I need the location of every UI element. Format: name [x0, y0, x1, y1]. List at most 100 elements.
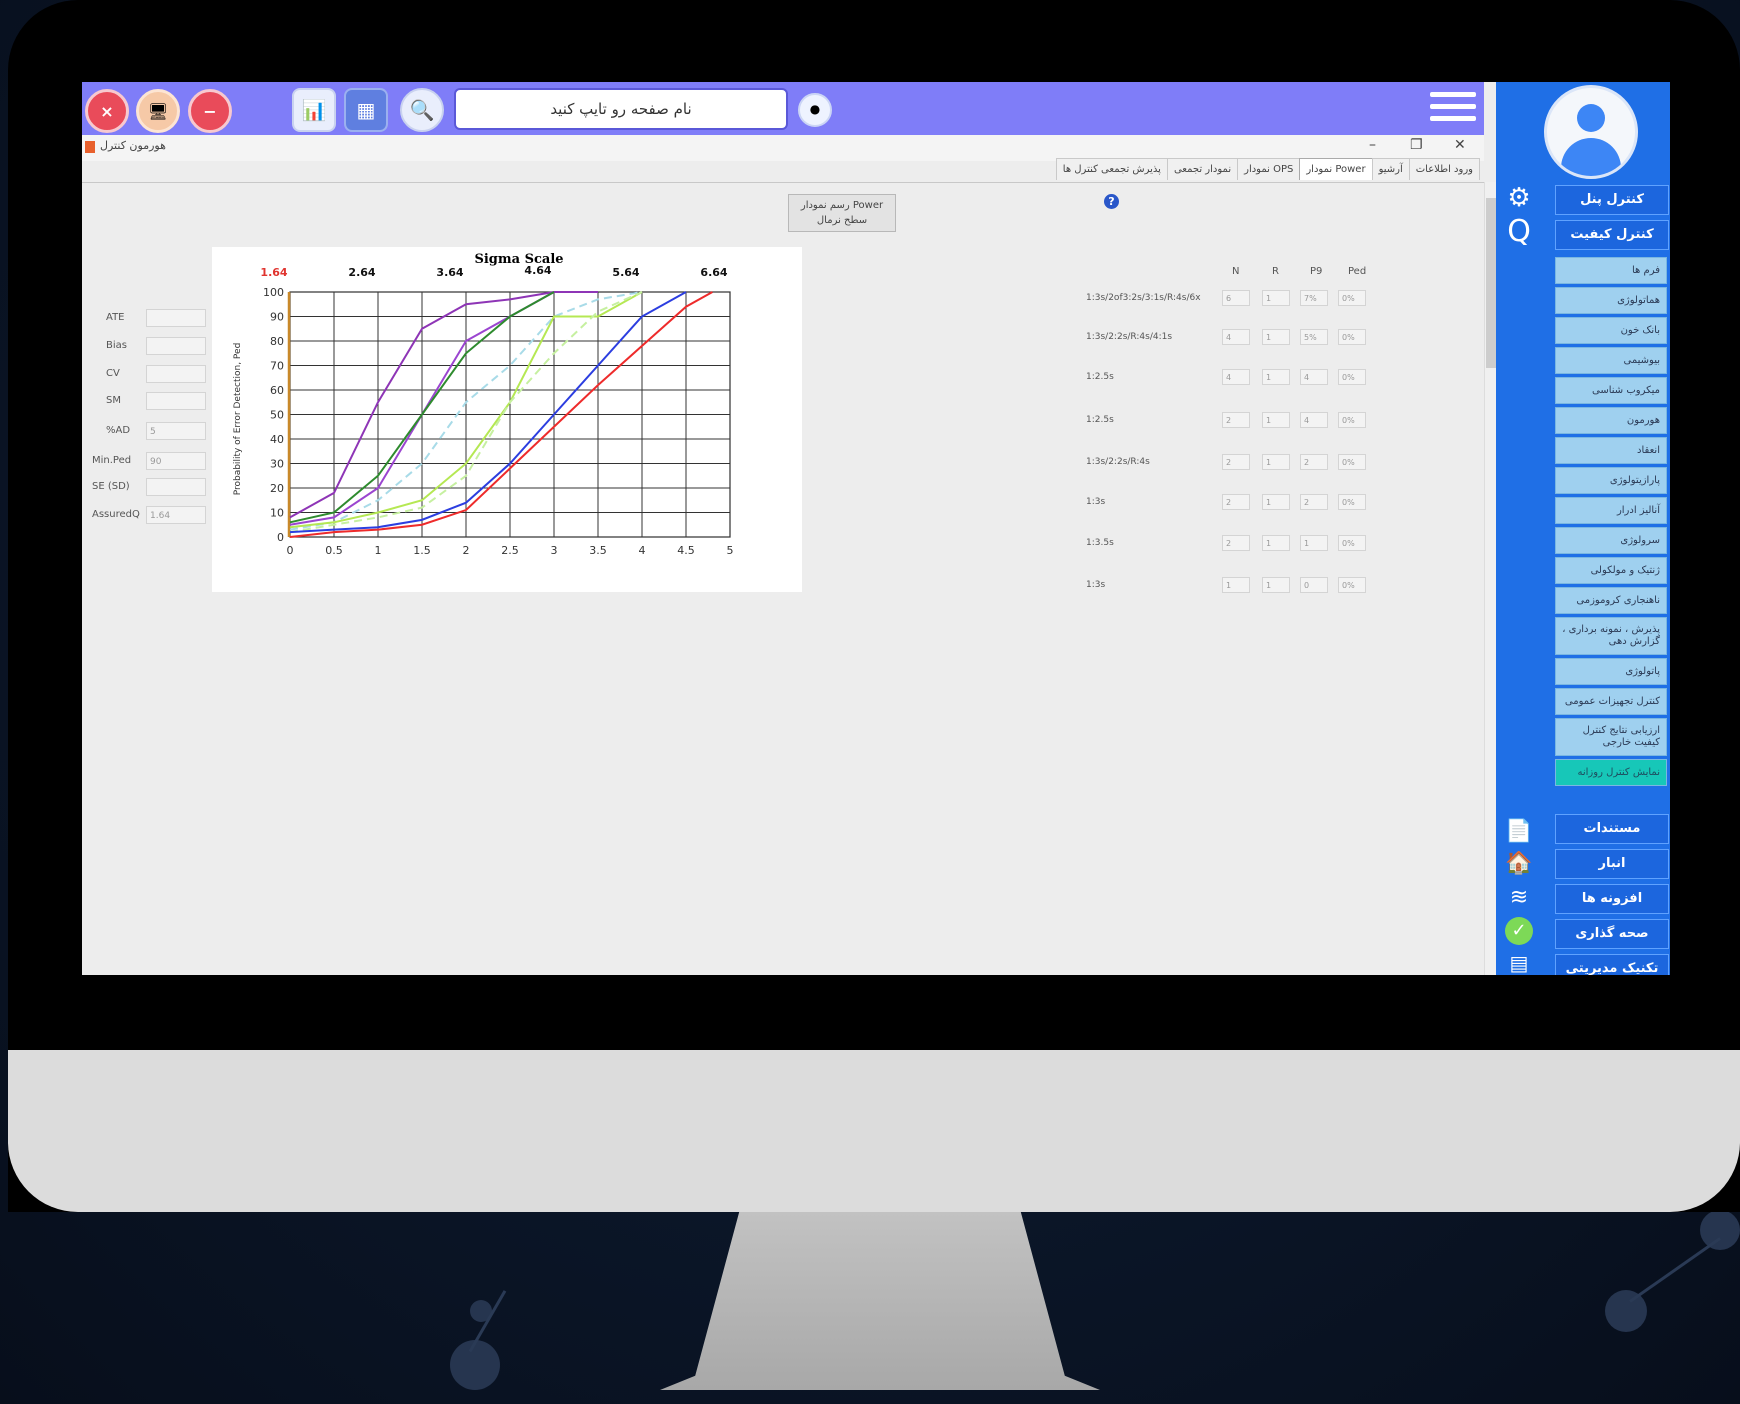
- table-cell[interactable]: 1: [1262, 329, 1290, 345]
- field-input[interactable]: [146, 478, 206, 496]
- table-cell[interactable]: 1: [1262, 577, 1290, 593]
- table-cell[interactable]: 0%: [1338, 494, 1366, 510]
- close-app-button[interactable]: ×: [85, 89, 129, 133]
- sidebar-main-item[interactable]: کنترل پنل: [1555, 185, 1669, 215]
- table-cell[interactable]: 0: [1300, 577, 1328, 593]
- sidebar-sub-item[interactable]: آنالیز ادرار: [1555, 497, 1667, 524]
- sidebar-main-item[interactable]: انبار: [1555, 849, 1669, 879]
- table-cell[interactable]: 0%: [1338, 535, 1366, 551]
- help-icon[interactable]: ?: [1104, 194, 1119, 209]
- table-cell[interactable]: 2: [1222, 494, 1250, 510]
- sidebar-main-item[interactable]: صحه گذاری: [1555, 919, 1669, 949]
- window-layout-button[interactable]: ▦: [344, 88, 388, 132]
- table-cell[interactable]: 2: [1222, 535, 1250, 551]
- quality-q-icon[interactable]: Q: [1504, 214, 1534, 249]
- page-name-input[interactable]: نام صفحه رو تایپ کنید: [454, 88, 788, 130]
- table-cell[interactable]: 1: [1262, 369, 1290, 385]
- table-cell[interactable]: 4: [1222, 369, 1250, 385]
- table-cell[interactable]: 1: [1262, 412, 1290, 428]
- document-icon[interactable]: 📄: [1504, 816, 1534, 846]
- sidebar-sub-item[interactable]: پذیرش ، نمونه برداری ، گزارش دهی: [1555, 617, 1667, 655]
- table-cell[interactable]: 0%: [1338, 329, 1366, 345]
- sidebar-main-item[interactable]: تکنیک مدیریتی: [1555, 954, 1669, 975]
- sidebar-main-item[interactable]: مستندات: [1555, 814, 1669, 844]
- restore-window-button[interactable]: ❐: [1410, 137, 1423, 153]
- sidebar-sub-item[interactable]: نمایش کنترل روزانه: [1555, 759, 1667, 786]
- table-cell[interactable]: 5%: [1300, 329, 1328, 345]
- sigma-tick-label: 2.64: [348, 266, 375, 279]
- table-cell[interactable]: 2: [1222, 412, 1250, 428]
- table-cell[interactable]: 1: [1262, 494, 1290, 510]
- chart-grid: [287, 291, 731, 538]
- scrollbar-thumb[interactable]: [1486, 198, 1496, 368]
- sidebar-sub-item[interactable]: انعقاد: [1555, 437, 1667, 464]
- table-cell[interactable]: 6: [1222, 290, 1250, 306]
- user-avatar[interactable]: [1544, 85, 1638, 179]
- sidebar-sub-item[interactable]: سرولوژی: [1555, 527, 1667, 554]
- sidebar-sub-item[interactable]: هماتولوژی: [1555, 287, 1667, 314]
- warehouse-icon[interactable]: 🏠: [1504, 848, 1534, 878]
- sidebar-sub-item[interactable]: پارازیتولوژی: [1555, 467, 1667, 494]
- field-label: AssuredQ: [92, 509, 140, 520]
- table-cell[interactable]: 1: [1222, 577, 1250, 593]
- table-cell[interactable]: 2: [1300, 494, 1328, 510]
- table-cell[interactable]: 1: [1262, 290, 1290, 306]
- sidebar-sub-item[interactable]: فرم ها: [1555, 257, 1667, 284]
- table-cell[interactable]: 4: [1222, 329, 1250, 345]
- sidebar-sub-item[interactable]: میکروب شناسی: [1555, 377, 1667, 404]
- table-cell[interactable]: 4: [1300, 412, 1328, 428]
- monitor-settings-button[interactable]: 🖥: [136, 89, 180, 133]
- table-cell[interactable]: 2: [1222, 454, 1250, 470]
- management-icon[interactable]: ▤: [1504, 948, 1534, 975]
- draw-power-chart-button[interactable]: رسم نمودار Power سطح نرمال: [788, 194, 896, 232]
- field-input[interactable]: 1.64: [146, 506, 206, 524]
- go-button[interactable]: ●: [798, 93, 832, 127]
- table-cell[interactable]: 7%: [1300, 290, 1328, 306]
- table-cell[interactable]: 0%: [1338, 369, 1366, 385]
- sidebar-sub-item[interactable]: کنترل تجهیزات عمومی: [1555, 688, 1667, 715]
- draw-button-line1: رسم نمودار Power: [800, 200, 884, 211]
- tab-item[interactable]: نمودار Power: [1299, 158, 1373, 180]
- sidebar-sub-item[interactable]: پاتولوژی: [1555, 658, 1667, 685]
- tab-item[interactable]: نمودار تجمعی: [1166, 158, 1239, 180]
- x-tick-label: 0.5: [325, 544, 343, 557]
- table-header: P9: [1310, 266, 1323, 277]
- tab-item[interactable]: پذیرش تجمعی کنترل ها: [1055, 158, 1168, 180]
- field-input[interactable]: 5: [146, 422, 206, 440]
- sidebar-sub-item[interactable]: بیوشیمی: [1555, 347, 1667, 374]
- tab-item[interactable]: آرشیو: [1371, 158, 1410, 180]
- table-cell[interactable]: 1: [1262, 535, 1290, 551]
- gear-icon[interactable]: ⚙: [1504, 183, 1534, 213]
- tab-item[interactable]: نمودار OPS: [1237, 158, 1301, 180]
- chart-tool-button[interactable]: 📊: [292, 88, 336, 132]
- field-input[interactable]: [146, 337, 206, 355]
- sidebar-sub-item[interactable]: هورمون: [1555, 407, 1667, 434]
- table-cell[interactable]: 0%: [1338, 454, 1366, 470]
- sidebar-sub-item[interactable]: بانک خون: [1555, 317, 1667, 344]
- table-cell[interactable]: 2: [1300, 454, 1328, 470]
- close-window-button[interactable]: ✕: [1454, 137, 1466, 153]
- sidebar-sub-item[interactable]: ژنتیک و مولکولی: [1555, 557, 1667, 584]
- field-input[interactable]: 90: [146, 452, 206, 470]
- sidebar-sub-item[interactable]: ارزیابی نتایج کنترل کیفیت خارجی: [1555, 718, 1667, 756]
- sidebar-main-item[interactable]: افزونه ها: [1555, 884, 1669, 914]
- minimize-app-button[interactable]: −: [188, 89, 232, 133]
- sidebar-main-item[interactable]: کنترل کیفیت: [1555, 220, 1669, 250]
- search-tool-button[interactable]: 🔍: [400, 88, 444, 132]
- table-cell[interactable]: 1: [1300, 535, 1328, 551]
- field-input[interactable]: [146, 392, 206, 410]
- table-cell[interactable]: 0%: [1338, 290, 1366, 306]
- table-cell[interactable]: 4: [1300, 369, 1328, 385]
- field-input[interactable]: [146, 309, 206, 327]
- sigma-tick-label: 3.64: [436, 266, 463, 279]
- sidebar-sub-item[interactable]: ناهنجاری کروموزمی: [1555, 587, 1667, 614]
- table-cell[interactable]: 0%: [1338, 412, 1366, 428]
- hamburger-menu-icon[interactable]: [1430, 92, 1476, 126]
- layers-icon[interactable]: ≋: [1504, 882, 1534, 912]
- tab-item[interactable]: ورود اطلاعات: [1408, 158, 1480, 180]
- table-cell[interactable]: 0%: [1338, 577, 1366, 593]
- check-circle-icon[interactable]: ✓: [1504, 916, 1534, 946]
- table-cell[interactable]: 1: [1262, 454, 1290, 470]
- field-input[interactable]: [146, 365, 206, 383]
- minimize-window-button[interactable]: –: [1369, 137, 1376, 153]
